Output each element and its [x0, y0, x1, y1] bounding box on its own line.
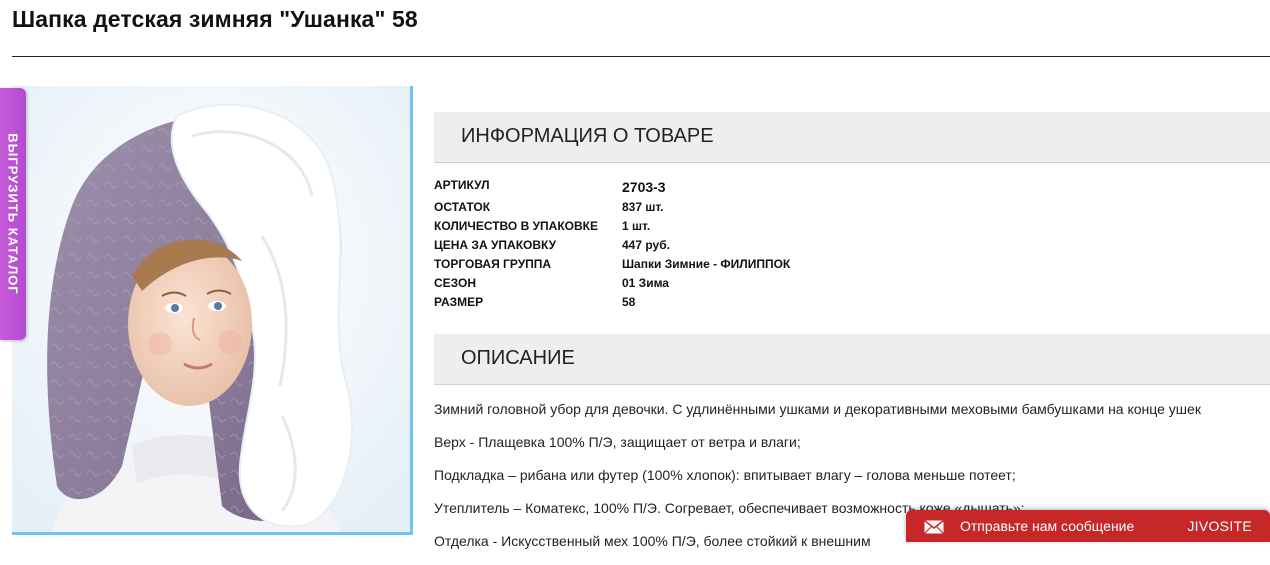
attr-value: 2703-3 [622, 179, 666, 195]
attr-row-stock: ОСТАТОК 837 шт. [434, 200, 1034, 219]
download-catalog-label: ВЫГРУЗИТЬ КАТАЛОГ [5, 133, 21, 295]
attr-value: Шапки Зимние - ФИЛИППОК [622, 257, 791, 271]
description-paragraph: Подкладка – рибана или футер (100% хлопо… [434, 467, 1016, 483]
attr-label: КОЛИЧЕСТВО В УПАКОВКЕ [434, 219, 598, 233]
attr-value: 837 шт. [622, 200, 664, 214]
product-info-header: ИНФОРМАЦИЯ О ТОВАРЕ [434, 112, 1270, 163]
title-divider [12, 56, 1270, 57]
description-header: ОПИСАНИЕ [434, 334, 1270, 385]
attr-value: 447 руб. [622, 238, 670, 252]
product-info-title: ИНФОРМАЦИЯ О ТОВАРЕ [461, 125, 714, 147]
chat-widget-button[interactable]: Отправьте нам сообщение JIVOSITE [906, 510, 1270, 542]
attr-row-trade-group: ТОРГОВАЯ ГРУППА Шапки Зимние - ФИЛИППОК [434, 257, 1034, 276]
product-attributes: АРТИКУЛ 2703-3 ОСТАТОК 837 шт. КОЛИЧЕСТВ… [434, 178, 1034, 314]
description-paragraph: Верх - Плащевка 100% П/Э, защищает от ве… [434, 434, 801, 450]
attr-label: ОСТАТОК [434, 200, 491, 214]
download-catalog-tab[interactable]: ВЫГРУЗИТЬ КАТАЛОГ [0, 88, 26, 340]
description-paragraph: Зимний головной убор для девочки. С удли… [434, 401, 1201, 417]
attr-label: АРТИКУЛ [434, 178, 490, 192]
attr-row-season: СЕЗОН 01 Зима [434, 276, 1034, 295]
description-title: ОПИСАНИЕ [461, 347, 575, 369]
attr-label: СЕЗОН [434, 276, 477, 290]
attr-row-pack-qty: КОЛИЧЕСТВО В УПАКОВКЕ 1 шт. [434, 219, 1034, 238]
attr-row-sku: АРТИКУЛ 2703-3 [434, 178, 1034, 200]
chat-widget-label: Отправьте нам сообщение [960, 518, 1135, 534]
jivosite-logo: JIVOSITE [1187, 518, 1252, 534]
product-image[interactable] [12, 86, 413, 535]
attr-label: ЦЕНА ЗА УПАКОВКУ [434, 238, 557, 252]
attr-value: 58 [622, 295, 636, 309]
attr-value: 01 Зима [622, 276, 669, 290]
attr-value: 1 шт. [622, 219, 651, 233]
attr-label: РАЗМЕР [434, 295, 484, 309]
page-title: Шапка детская зимняя "Ушанка" 58 [12, 6, 418, 32]
envelope-icon [924, 519, 944, 539]
attr-row-pack-price: ЦЕНА ЗА УПАКОВКУ 447 руб. [434, 238, 1034, 257]
attr-label: ТОРГОВАЯ ГРУППА [434, 257, 552, 271]
attr-row-size: РАЗМЕР 58 [434, 295, 1034, 314]
